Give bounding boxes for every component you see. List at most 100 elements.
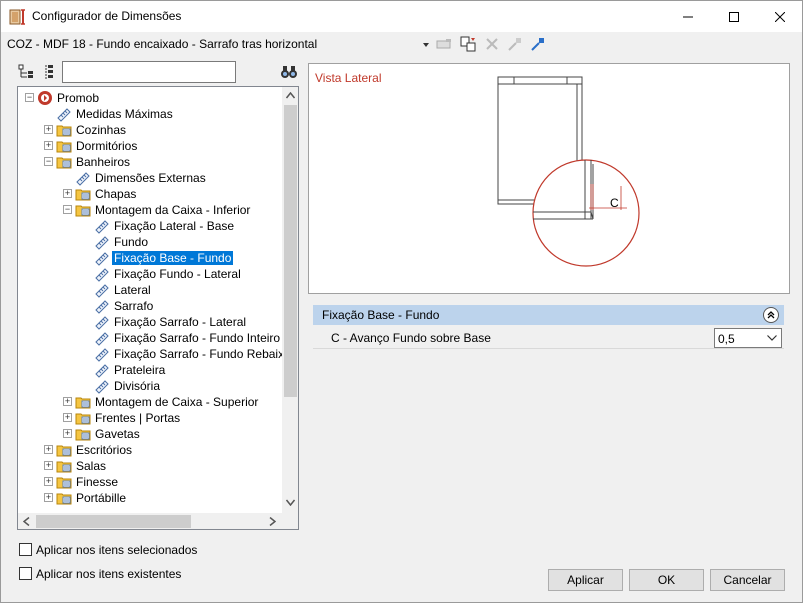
category-tree: − Promob Medidas Máximas + Cozinhas + Dormitór… <box>17 86 299 530</box>
scroll-left-icon[interactable] <box>23 517 30 526</box>
collapse-tree-icon[interactable] <box>40 63 58 81</box>
ruler-icon <box>75 170 91 186</box>
collapse-node-icon[interactable]: − <box>25 93 34 102</box>
property-name: C - Avanço Fundo sobre Base <box>331 331 491 345</box>
expand-node-icon[interactable]: + <box>63 189 72 198</box>
tree-item[interactable]: + Montagem de Caixa - Superior <box>18 394 282 410</box>
scroll-down-icon[interactable] <box>286 499 295 506</box>
collapse-group-button[interactable] <box>763 307 779 323</box>
apply-selected-label: Aplicar nos itens selecionados <box>36 543 198 557</box>
apply-existing-checkbox[interactable]: Aplicar nos itens existentes <box>19 566 259 582</box>
ruler-icon <box>94 362 110 378</box>
minimize-button[interactable] <box>665 1 711 32</box>
cancel-button[interactable]: Cancelar <box>710 569 785 591</box>
tree-item[interactable]: Prateleira <box>18 362 282 378</box>
tree-item[interactable]: Fixação Sarrafo - Fundo Rebaixado <box>18 346 298 362</box>
tree-item[interactable]: − Promob <box>18 90 282 106</box>
tree-item[interactable]: Lateral <box>18 282 282 298</box>
promob-logo-icon <box>37 90 53 106</box>
tree-vertical-scrollbar[interactable] <box>282 87 298 513</box>
tree-item[interactable]: Medidas Máximas <box>18 106 282 122</box>
folder-icon <box>56 442 72 458</box>
expand-node-icon[interactable]: + <box>44 141 53 150</box>
tree-item-label: Promob <box>57 91 100 105</box>
rename-config-icon[interactable] <box>435 35 453 53</box>
tree-item-label: Montagem de Caixa - Superior <box>95 395 259 409</box>
expand-node-icon[interactable]: + <box>63 397 72 406</box>
expand-node-icon[interactable]: + <box>44 125 53 134</box>
tree-item[interactable]: Sarrafo <box>18 298 282 314</box>
collapse-node-icon[interactable]: − <box>44 157 53 166</box>
tree-item[interactable]: + Portábille <box>18 490 282 506</box>
folder-icon <box>56 154 72 170</box>
folder-icon <box>56 458 72 474</box>
ok-button[interactable]: OK <box>629 569 704 591</box>
tree-item[interactable]: − Banheiros <box>18 154 282 170</box>
configuration-toolbar: COZ - MDF 18 - Fundo encaixado - Sarrafo… <box>1 32 802 57</box>
maximize-icon <box>729 11 739 22</box>
tree-item[interactable]: Fixação Lateral - Base <box>18 218 282 234</box>
folder-icon <box>56 474 72 490</box>
tree-item[interactable]: + Chapas <box>18 186 282 202</box>
tree-search-input[interactable] <box>62 61 236 83</box>
tree-item[interactable]: + Dormitórios <box>18 138 282 154</box>
scroll-right-icon[interactable] <box>269 517 276 526</box>
delete-config-icon[interactable] <box>483 35 501 53</box>
tree-item[interactable]: − Montagem da Caixa - Inferior <box>18 202 282 218</box>
close-button[interactable] <box>757 1 803 32</box>
collapse-node-icon[interactable]: − <box>63 205 72 214</box>
checkbox-box[interactable] <box>19 543 32 556</box>
tree-item[interactable]: Fixação Sarrafo - Fundo Inteiro <box>18 330 282 346</box>
tree-item[interactable]: + Escritórios <box>18 442 282 458</box>
ruler-icon <box>94 346 110 362</box>
apply-button[interactable]: Aplicar <box>548 569 623 591</box>
tree-item[interactable]: + Salas <box>18 458 282 474</box>
tree-horizontal-scrollbar[interactable] <box>18 513 282 529</box>
expand-node-icon[interactable]: + <box>63 413 72 422</box>
import-config-icon[interactable] <box>506 35 524 53</box>
expand-node-icon[interactable]: + <box>63 429 72 438</box>
scroll-up-icon[interactable] <box>286 92 295 99</box>
tree-item[interactable]: Fixação Sarrafo - Lateral <box>18 314 282 330</box>
maximize-button[interactable] <box>711 1 757 32</box>
property-group-header[interactable]: Fixação Base - Fundo <box>313 305 784 325</box>
apply-selected-checkbox[interactable]: Aplicar nos itens selecionados <box>19 542 259 558</box>
tree-item[interactable]: Dimensões Externas <box>18 170 282 186</box>
tree-item-label: Frentes | Portas <box>95 411 181 425</box>
tree-item-label: Divisória <box>114 379 161 393</box>
tree-horizontal-scroll-thumb[interactable] <box>36 515 191 528</box>
tree-item-label: Fixação Fundo - Lateral <box>114 267 241 281</box>
expand-node-icon[interactable]: + <box>44 477 53 486</box>
copy-config-icon[interactable] <box>459 35 477 53</box>
tree-item[interactable]: + Gavetas <box>18 426 282 442</box>
folder-icon <box>75 426 91 442</box>
expand-node-icon[interactable]: + <box>44 493 53 502</box>
tree-item[interactable]: + Cozinhas <box>18 122 282 138</box>
property-group-title: Fixação Base - Fundo <box>322 308 440 322</box>
tree-item-label: Dormitórios <box>76 139 138 153</box>
tree-item-label: Fixação Sarrafo - Fundo Inteiro <box>114 331 281 345</box>
property-value-select[interactable]: 0,5 <box>714 328 782 348</box>
tree-vertical-scroll-thumb[interactable] <box>284 105 297 397</box>
folder-icon <box>56 122 72 138</box>
dimension-label: C <box>610 196 619 210</box>
lateral-view-preview: Vista Lateral C <box>308 63 790 294</box>
tree-item[interactable]: Fixação Fundo - Lateral <box>18 266 282 282</box>
checkbox-box[interactable] <box>19 567 32 580</box>
tree-item[interactable]: + Frentes | Portas <box>18 410 282 426</box>
tree-item[interactable]: + Finesse <box>18 474 282 490</box>
ruler-icon <box>94 378 110 394</box>
expand-node-icon[interactable]: + <box>44 445 53 454</box>
dimension-configurator-window: Configurador de Dimensões COZ - MDF 18 -… <box>0 0 803 603</box>
export-config-icon[interactable] <box>529 35 547 53</box>
folder-icon <box>56 138 72 154</box>
tree-item[interactable]: Divisória <box>18 378 282 394</box>
combo-dropdown-icon[interactable] <box>421 40 431 50</box>
tree-item[interactable]: Fundo <box>18 234 282 250</box>
expand-tree-icon[interactable] <box>17 63 35 81</box>
tree-item[interactable]: Fixação Base - Fundo <box>18 250 282 266</box>
expand-node-icon[interactable]: + <box>44 461 53 470</box>
tree-item-label: Fixação Lateral - Base <box>114 219 235 233</box>
configuration-combo[interactable]: COZ - MDF 18 - Fundo encaixado - Sarrafo… <box>7 37 317 51</box>
binoculars-icon[interactable] <box>280 63 298 81</box>
